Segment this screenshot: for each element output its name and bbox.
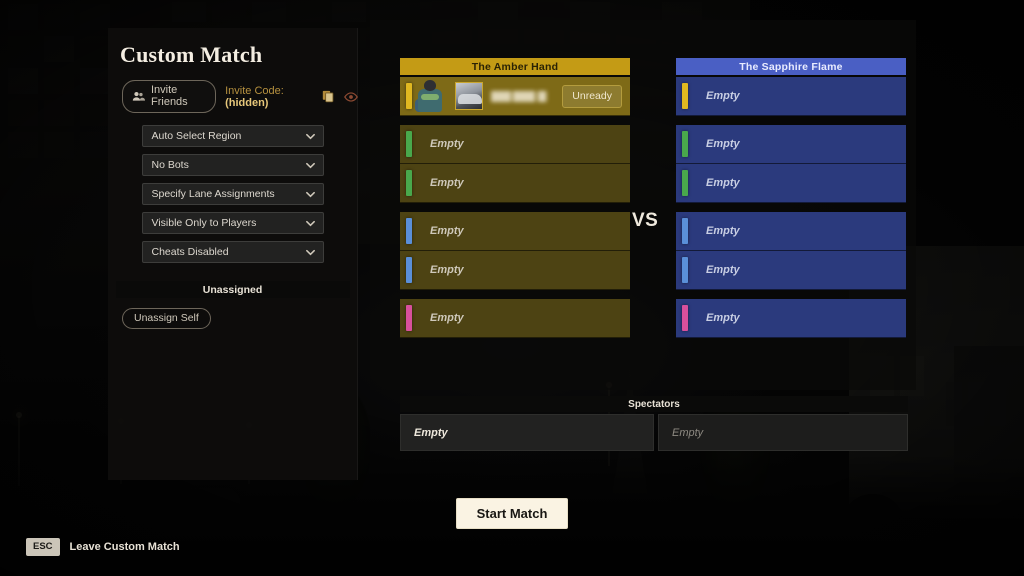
team-sapphire-slot-1[interactable]: Empty	[676, 77, 906, 116]
team-sapphire-slot-5[interactable]: Empty	[676, 251, 906, 290]
eye-icon[interactable]	[344, 90, 358, 103]
ready-toggle-button[interactable]: Unready	[562, 84, 622, 108]
team-amber-slot-5[interactable]: Empty	[400, 251, 630, 290]
lane-marker-blue	[406, 218, 412, 244]
invite-code: Invite Code: (hidden)	[225, 85, 313, 109]
start-match-button[interactable]: Start Match	[456, 498, 568, 529]
team-amber-slot-3[interactable]: Empty	[400, 164, 630, 203]
lane-marker-pink	[682, 305, 688, 331]
esc-key-badge: ESC	[26, 538, 60, 556]
unassigned-header: Unassigned	[115, 281, 350, 298]
spectator-slot-1[interactable]: Empty	[400, 414, 654, 451]
team-amber-hand: The Amber Hand Unready Empty Empty Empty…	[400, 58, 630, 338]
team-sapphire-group-2: Empty Empty	[676, 125, 906, 203]
team-amber-group-1: Unready	[400, 77, 630, 116]
team-amber-header: The Amber Hand	[400, 58, 630, 75]
lane-marker-blue	[682, 257, 688, 283]
region-dropdown-value: Auto Select Region	[151, 130, 242, 142]
lane-marker-blue	[682, 218, 688, 244]
team-sapphire-flame: The Sapphire Flame Empty Empty Empty Emp…	[676, 58, 906, 338]
slot-empty-label: Empty	[706, 90, 740, 102]
chevron-down-icon	[305, 218, 316, 229]
team-amber-group-2: Empty Empty	[400, 125, 630, 203]
custom-match-screen: Custom Match Invite Friends Invite Code:…	[0, 0, 1024, 576]
chevron-down-icon	[305, 247, 316, 258]
player-name-hidden	[491, 90, 563, 102]
team-amber-group-4: Empty	[400, 299, 630, 338]
unassign-self-button[interactable]: Unassign Self	[122, 308, 211, 329]
team-sapphire-group-1: Empty	[676, 77, 906, 116]
lane-marker-green	[682, 170, 688, 196]
team-amber-slot-1[interactable]: Unready	[400, 77, 630, 116]
chevron-down-icon	[305, 160, 316, 171]
bots-dropdown[interactable]: No Bots	[141, 154, 324, 176]
team-amber-slot-4[interactable]: Empty	[400, 212, 630, 251]
slot-empty-label: Empty	[430, 225, 464, 237]
region-dropdown[interactable]: Auto Select Region	[141, 125, 324, 147]
leave-custom-match-label: Leave Custom Match	[69, 541, 180, 553]
spectators-section: Spectators Empty Empty	[400, 396, 908, 451]
copy-icon[interactable]	[322, 90, 335, 103]
visibility-dropdown-value: Visible Only to Players	[151, 217, 257, 229]
team-sapphire-group-4: Empty	[676, 299, 906, 338]
lane-marker-green	[406, 131, 412, 157]
lane-marker-blue	[406, 257, 412, 283]
lane-assignment-dropdown-value: Specify Lane Assignments	[151, 188, 275, 200]
slot-empty-label: Empty	[706, 138, 740, 150]
page-title: Custom Match	[120, 42, 263, 67]
invite-friends-button[interactable]: Invite Friends	[122, 80, 217, 113]
chevron-down-icon	[305, 189, 316, 200]
team-sapphire-slot-6[interactable]: Empty	[676, 299, 906, 338]
slot-empty-label: Empty	[430, 312, 464, 324]
invite-friends-label: Invite Friends	[151, 84, 188, 108]
cheats-dropdown[interactable]: Cheats Disabled	[141, 241, 324, 263]
team-sapphire-slot-4[interactable]: Empty	[676, 212, 906, 251]
slot-empty-label: Empty	[430, 264, 464, 276]
team-amber-slot-6[interactable]: Empty	[400, 299, 630, 338]
lane-marker-gold	[406, 83, 412, 109]
settings-sidebar: Custom Match Invite Friends Invite Code:…	[108, 28, 358, 480]
team-sapphire-slot-3[interactable]: Empty	[676, 164, 906, 203]
spectator-slot-2-label: Empty	[672, 426, 704, 439]
cheats-dropdown-value: Cheats Disabled	[151, 246, 229, 258]
vs-label: VS	[632, 210, 659, 231]
lane-assignment-dropdown[interactable]: Specify Lane Assignments	[141, 183, 324, 205]
bots-dropdown-value: No Bots	[151, 159, 189, 171]
team-sapphire-slot-2[interactable]: Empty	[676, 125, 906, 164]
invite-row: Invite Friends Invite Code: (hidden)	[108, 68, 358, 113]
slot-empty-label: Empty	[706, 225, 740, 237]
slot-empty-label: Empty	[706, 177, 740, 189]
spectator-slot-2[interactable]: Empty	[658, 414, 908, 451]
settings-dropdown-list: Auto Select Region No Bots Specify Lane …	[108, 113, 357, 263]
player-character-portrait	[415, 79, 445, 113]
spectator-slot-1-label: Empty	[414, 426, 448, 439]
chevron-down-icon	[305, 131, 316, 142]
avatar	[455, 82, 483, 110]
lane-marker-gold	[682, 83, 688, 109]
slot-empty-label: Empty	[706, 264, 740, 276]
invite-code-label: Invite Code:	[225, 84, 284, 97]
footer-hint[interactable]: ESC Leave Custom Match	[26, 538, 180, 556]
slot-empty-label: Empty	[430, 177, 464, 189]
team-sapphire-group-3: Empty Empty	[676, 212, 906, 290]
lane-marker-green	[406, 170, 412, 196]
lane-marker-green	[682, 131, 688, 157]
team-amber-slot-2[interactable]: Empty	[400, 125, 630, 164]
slot-empty-label: Empty	[706, 312, 740, 324]
slot-empty-label: Empty	[430, 138, 464, 150]
spectators-header: Spectators	[400, 396, 908, 412]
spectators-list: Empty Empty	[400, 414, 908, 451]
team-sapphire-header: The Sapphire Flame	[676, 58, 906, 75]
invite-code-value: (hidden)	[225, 96, 269, 109]
team-amber-group-3: Empty Empty	[400, 212, 630, 290]
lane-marker-pink	[406, 305, 412, 331]
team-roster-area: VS The Amber Hand Unready Empty Empty Em…	[370, 20, 916, 390]
people-icon	[132, 90, 145, 103]
visibility-dropdown[interactable]: Visible Only to Players	[141, 212, 324, 234]
